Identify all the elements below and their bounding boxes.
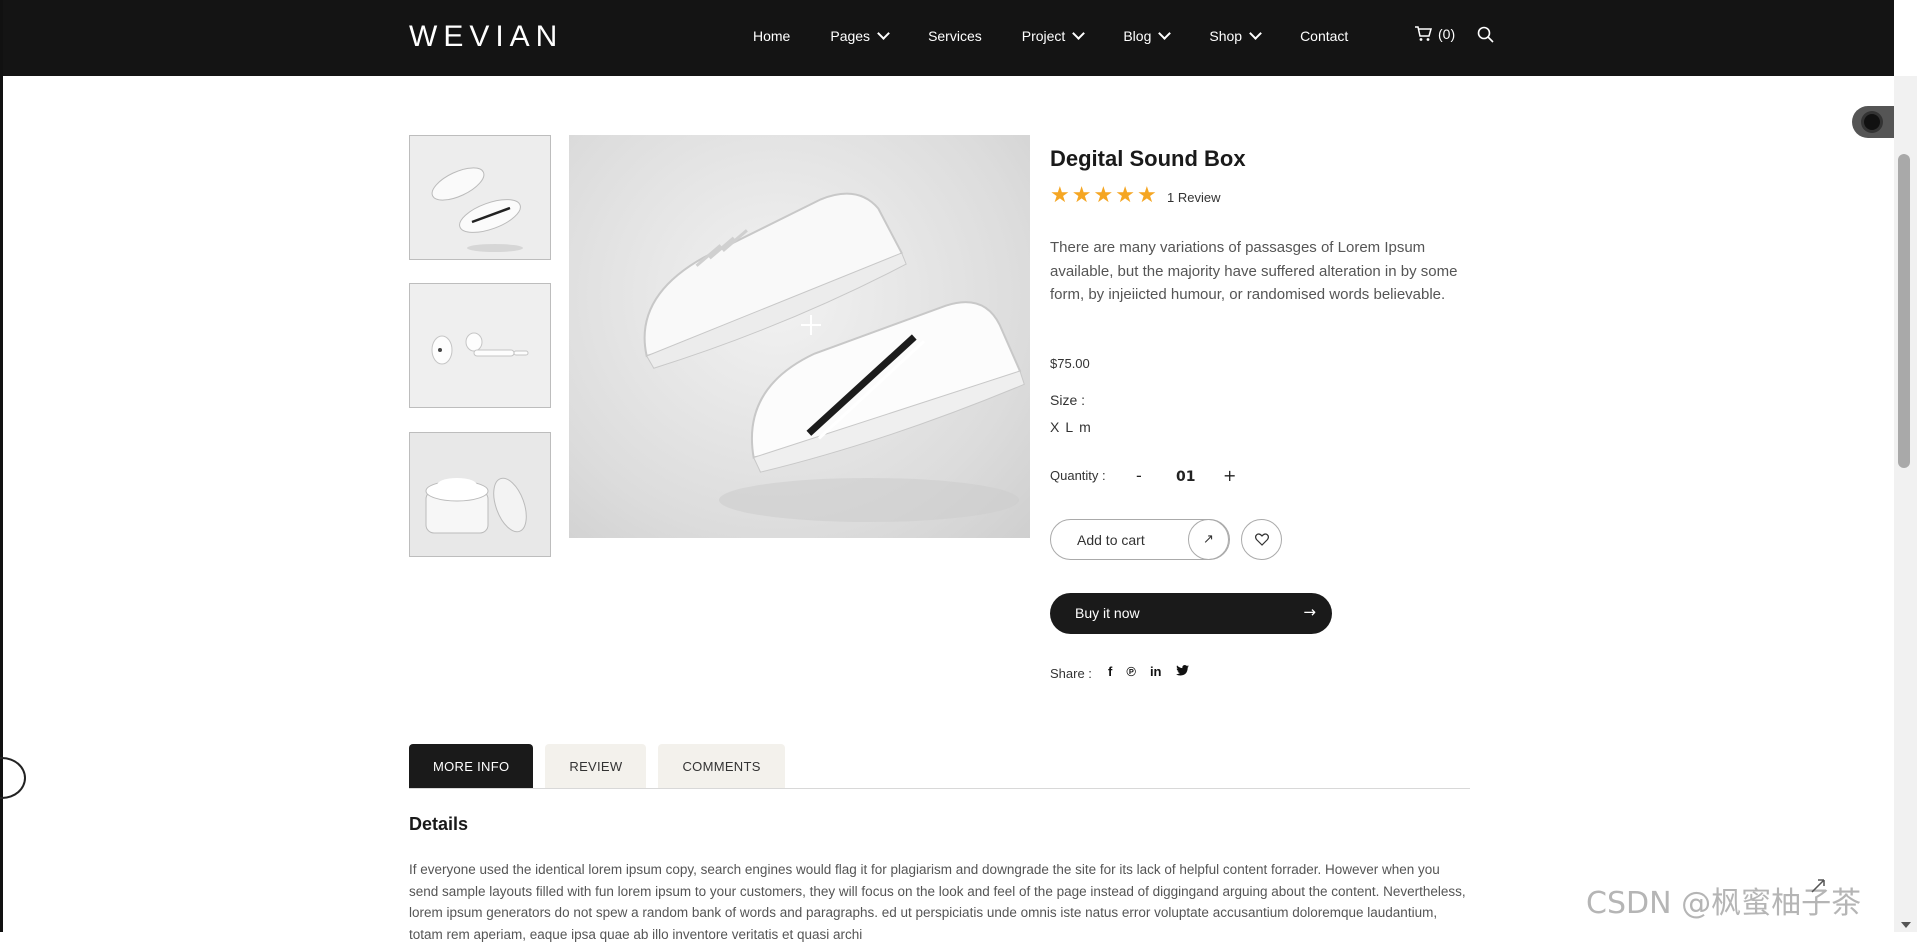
tab-more-info[interactable]: MORE INFO [409,744,534,788]
quantity-decrease-button[interactable]: - [1136,466,1142,485]
product-price: $75.00 [1050,356,1090,371]
chevron-down-icon [1072,27,1086,40]
chevron-down-icon [1249,27,1262,40]
nav-item-pages[interactable]: Pages [830,27,890,44]
add-to-cart-label: Add to cart [1077,532,1145,548]
arrow-up-right-icon: ↗ [1188,519,1229,560]
scrollbar[interactable] [1894,76,1917,932]
nav-item-services[interactable]: Services [928,28,982,44]
cart-count: (0) [1438,26,1456,42]
scroll-indicator-circle[interactable] [0,757,26,799]
search-button[interactable] [1477,26,1494,47]
add-to-cart-button[interactable]: Add to cart ↗ [1050,519,1230,560]
main-product-image[interactable] [569,135,1030,538]
nav-item-project[interactable]: Project [1021,27,1086,44]
nav-item-label: Project [1021,28,1066,44]
nav-item-contact[interactable]: Contact [1300,28,1348,44]
details-text: If everyone used the identical lorem ips… [409,862,1466,942]
size-option[interactable]: X [1050,419,1059,435]
buy-now-button[interactable]: Buy it now → [1050,593,1332,634]
nav-item-label: Blog [1123,28,1152,44]
star-icon: ★ [1115,183,1135,208]
nav-item-label: Home [753,28,791,44]
sneakers-main-image [643,192,1025,522]
cart-icon [1415,26,1432,41]
earbuds-thumbnail-image [410,284,550,407]
quantity-input[interactable]: 01 [1176,469,1195,485]
details-title: Details [409,814,469,834]
star-icon: ★ [1071,183,1092,208]
wishlist-button[interactable] [1241,519,1282,560]
tabs-divider [409,788,1470,789]
twitter-icon[interactable] [1175,664,1189,679]
scrollbar-thumb[interactable] [1898,154,1910,468]
nav-item-shop[interactable]: Shop [1209,27,1262,44]
size-label: Size : [1050,392,1086,408]
site-logo[interactable]: WEVIAN [409,20,563,54]
size-options: X L m [1050,419,1091,435]
facebook-icon[interactable]: f [1108,664,1112,679]
nav-item-blog[interactable]: Blog [1123,27,1172,44]
linkedin-icon[interactable]: in [1150,664,1162,679]
product-title: Degital Sound Box [1050,146,1246,171]
chevron-down-icon [1158,27,1172,40]
quantity-increase-button[interactable]: + [1223,466,1236,485]
pinterest-icon[interactable]: ℗ [1126,664,1136,679]
size-option[interactable]: m [1079,419,1091,435]
info-tabs: MORE INFO REVIEW COMMENTS [409,744,785,788]
sneakers-thumbnail-image [410,136,550,259]
star-icon: ★ [1050,183,1070,208]
thumbnail-earbuds[interactable] [409,283,551,408]
heart-icon [1254,533,1269,546]
dark-mode-toggle[interactable] [1852,106,1896,138]
review-count-link[interactable]: 1 Review [1167,190,1220,205]
cursor-icon [1811,879,1825,893]
main-nav: Home Pages Services Project Blog Shop Co… [753,0,1388,72]
tab-comments[interactable]: COMMENTS [658,744,785,788]
nav-item-home[interactable]: Home [753,28,790,44]
scroll-down-arrow-icon[interactable] [1901,922,1911,928]
nav-item-label: Services [928,28,982,44]
product-description: There are many variations of passasges o… [1050,239,1458,303]
search-icon [1477,26,1494,43]
arrow-right-icon: → [1303,603,1316,621]
sun-icon [1864,114,1880,130]
star-icon: ★ [1136,183,1157,208]
cream-jar-thumbnail-image [410,433,550,556]
star-icon: ★ [1093,183,1114,208]
quantity-label: Quantity : [1050,468,1106,483]
share-icons: f ℗ in [1108,664,1189,679]
nav-item-label: Pages [830,28,871,44]
thumbnail-sneakers[interactable] [409,135,551,260]
tab-review[interactable]: REVIEW [545,744,647,788]
rating-stars: ★ ★ ★ ★ ★ [1050,185,1157,207]
thumbnail-cream-jar[interactable] [409,432,551,557]
size-option[interactable]: L [1065,419,1073,435]
cart-button[interactable]: (0) [1414,26,1455,42]
site-header: WEVIAN Home Pages Services Project Blog … [3,0,1894,76]
nav-item-label: Contact [1300,28,1349,44]
buy-now-label: Buy it now [1075,605,1140,621]
share-label: Share : [1050,666,1092,681]
nav-item-label: Shop [1209,28,1243,44]
chevron-down-icon [877,27,890,40]
